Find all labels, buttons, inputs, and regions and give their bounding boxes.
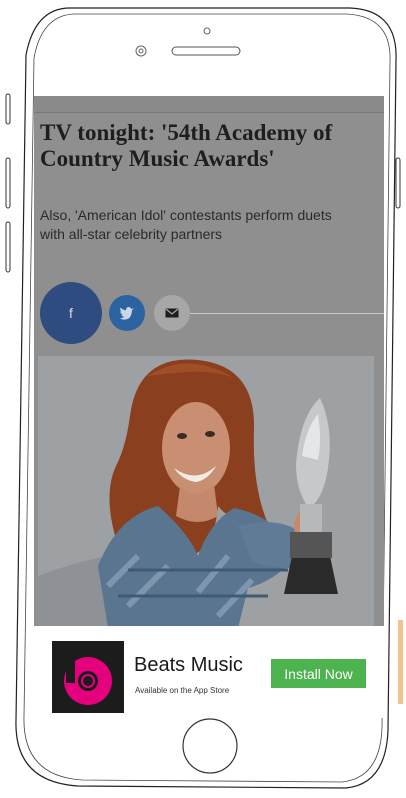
app-install-banner[interactable]: Beats Music Available on the App Store I… [34, 626, 384, 718]
article-top-bar [34, 96, 384, 113]
app-name: Beats Music [134, 654, 243, 676]
woman-with-trophy-image [38, 356, 374, 628]
home-button[interactable] [180, 716, 240, 776]
scroll-indicator [398, 620, 403, 704]
article-headline[interactable]: TV tonight: '54th Academy of Country Mus… [40, 120, 360, 172]
install-now-button[interactable]: Install Now [271, 659, 366, 688]
beats-logo-icon [64, 653, 112, 705]
speaker-icon [171, 46, 241, 56]
email-icon [165, 308, 179, 318]
facebook-icon: f [69, 305, 73, 321]
camera-icon [203, 27, 211, 35]
beats-app-icon[interactable] [52, 641, 124, 713]
twitter-icon [119, 307, 134, 320]
share-divider [158, 313, 384, 314]
article-photo[interactable] [38, 356, 374, 628]
email-share-button[interactable] [154, 295, 190, 331]
phone-screen: TV tonight: '54th Academy of Country Mus… [34, 96, 384, 718]
twitter-share-button[interactable] [109, 295, 145, 331]
sensor-icon [135, 45, 147, 57]
app-store-tagline: Available on the App Store [135, 686, 230, 695]
article-subheadline: Also, 'American Idol' contestants perfor… [40, 207, 332, 242]
article-view: TV tonight: '54th Academy of Country Mus… [34, 96, 384, 628]
facebook-share-button[interactable]: f [40, 282, 102, 344]
